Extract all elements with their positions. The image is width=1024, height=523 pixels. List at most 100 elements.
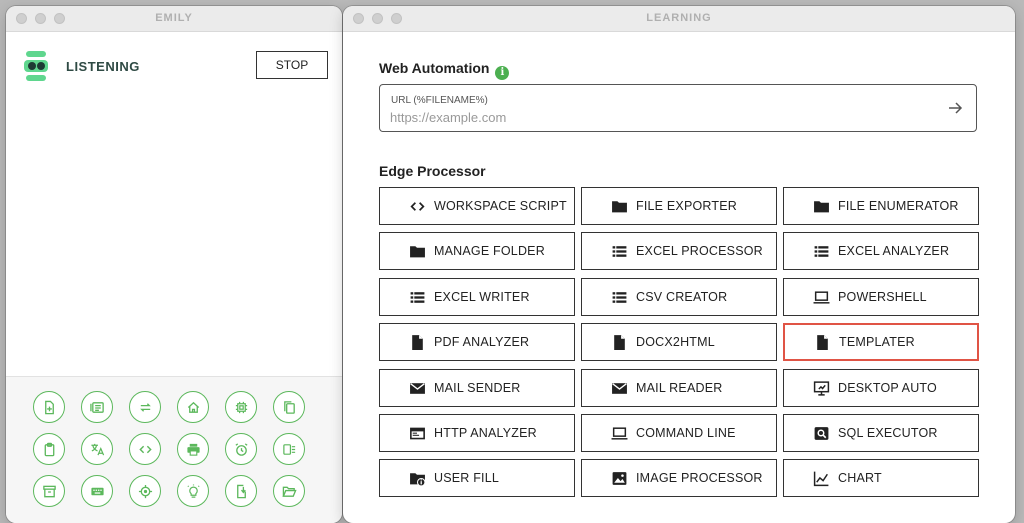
edge-processor-button[interactable]: SQL EXECUTOR [783,414,979,452]
file-add-icon[interactable] [33,391,65,423]
folder-icon [812,197,830,215]
clipboard-icon[interactable] [33,433,65,465]
laptop-icon [610,424,628,442]
crosshair-icon[interactable] [129,475,161,507]
list-icon [610,288,628,306]
close-window-button[interactable] [16,13,27,24]
tool-row [33,433,305,465]
edge-processor-button[interactable]: DESKTOP AUTO [783,369,979,407]
zoom-window-button[interactable] [54,13,65,24]
window-title: LEARNING [646,12,712,24]
edge-processor-button-label: POWERSHELL [838,290,927,304]
cpu-icon[interactable] [225,391,257,423]
web-automation-heading: Web Automation i [379,60,510,80]
edge-processor-button-label: IMAGE PROCESSOR [636,471,763,485]
chart-icon [812,469,830,487]
titlebar[interactable]: LEARNING [343,6,1015,32]
edge-processor-button-label: PDF ANALYZER [434,335,530,349]
print-icon[interactable] [177,433,209,465]
document-list-icon[interactable] [273,433,305,465]
tool-row [33,475,305,507]
edge-processor-button[interactable]: DOCX2HTML [581,323,777,361]
edge-processor-button[interactable]: EXCEL WRITER [379,278,575,316]
edge-processor-button-label: MAIL SENDER [434,381,521,395]
edge-processor-button-label: TEMPLATER [839,335,915,349]
edge-processor-button[interactable]: MAIL SENDER [379,369,575,407]
list-icon [408,288,426,306]
home-icon[interactable] [177,391,209,423]
edge-processor-button[interactable]: TEMPLATER [783,323,979,361]
list-icon [610,242,628,260]
url-field-label: URL (%FILENAME%) [391,95,488,106]
document-icon [408,333,426,351]
edge-processor-button-label: EXCEL WRITER [434,290,530,304]
folder-icon [408,242,426,260]
laptop-icon [812,288,830,306]
edge-processor-button[interactable]: PDF ANALYZER [379,323,575,361]
window-controls [16,13,65,24]
info-icon[interactable]: i [495,65,510,80]
edge-processor-button[interactable]: POWERSHELL [783,278,979,316]
status-row: LISTENING STOP [24,51,328,83]
keyboard-icon[interactable] [81,475,113,507]
edge-processor-button[interactable]: FILE ENUMERATOR [783,187,979,225]
monitor-icon [812,379,830,397]
edge-processor-button[interactable]: USER FILL [379,459,575,497]
edge-processor-button[interactable]: WORKSPACE SCRIPT [379,187,575,225]
edge-processor-button-label: MANAGE FOLDER [434,244,545,258]
edge-processor-button-label: COMMAND LINE [636,426,736,440]
copy-icon[interactable] [273,391,305,423]
emily-window: EMILY LISTENING STOP [6,6,342,523]
translate-icon[interactable] [81,433,113,465]
window-controls [353,13,402,24]
edge-processor-button[interactable]: MANAGE FOLDER [379,232,575,270]
edge-processor-button-label: DOCX2HTML [636,335,715,349]
edge-processor-button-label: EXCEL ANALYZER [838,244,950,258]
url-field[interactable]: URL (%FILENAME%) [379,84,977,132]
edge-processor-button[interactable]: FILE EXPORTER [581,187,777,225]
file-export-icon[interactable] [225,475,257,507]
titlebar[interactable]: EMILY [6,6,342,32]
minimize-window-button[interactable] [372,13,383,24]
image-icon [610,469,628,487]
minimize-window-button[interactable] [35,13,46,24]
arrow-right-icon[interactable] [946,99,964,117]
tool-grid [6,376,342,523]
edge-processor-button-label: MAIL READER [636,381,723,395]
edge-processor-title: Edge Processor [379,163,486,179]
mail-icon [408,379,426,397]
edge-processor-button-label: CSV CREATOR [636,290,728,304]
edge-processor-button[interactable]: COMMAND LINE [581,414,777,452]
folder-open-icon[interactable] [273,475,305,507]
edge-processor-button-label: EXCEL PROCESSOR [636,244,763,258]
folder-info-icon [408,469,426,487]
alarm-icon[interactable] [225,433,257,465]
edge-processor-button-label: HTTP ANALYZER [434,426,537,440]
edge-processor-button[interactable]: CHART [783,459,979,497]
zoom-window-button[interactable] [391,13,402,24]
edge-processor-button[interactable]: EXCEL ANALYZER [783,232,979,270]
edge-processor-button-label: FILE EXPORTER [636,199,738,213]
folder-icon [610,197,628,215]
stop-button[interactable]: STOP [256,51,328,79]
list-icon[interactable] [81,391,113,423]
edge-processor-button[interactable]: MAIL READER [581,369,777,407]
repeat-icon[interactable] [129,391,161,423]
edge-processor-button[interactable]: CSV CREATOR [581,278,777,316]
code-icon[interactable] [129,433,161,465]
browser-icon [408,424,426,442]
mail-icon [610,379,628,397]
url-input[interactable] [390,108,930,126]
edge-processor-button[interactable]: EXCEL PROCESSOR [581,232,777,270]
edge-processor-button-label: CHART [838,471,882,485]
edge-processor-button-label: USER FILL [434,471,500,485]
edge-processor-button[interactable]: IMAGE PROCESSOR [581,459,777,497]
search-box-icon [812,424,830,442]
web-automation-title: Web Automation [379,60,490,76]
close-window-button[interactable] [353,13,364,24]
edge-processor-button[interactable]: HTTP ANALYZER [379,414,575,452]
lightbulb-icon[interactable] [177,475,209,507]
emily-logo-icon [24,51,48,81]
status-label: LISTENING [66,59,140,74]
archive-icon[interactable] [33,475,65,507]
